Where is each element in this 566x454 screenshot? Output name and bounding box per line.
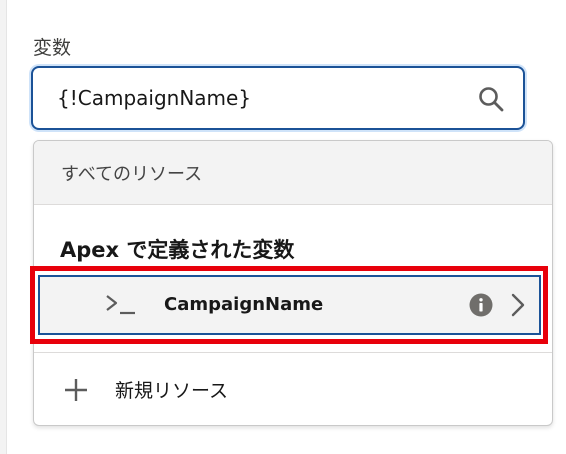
variable-combobox[interactable] [31,66,525,130]
variable-input[interactable] [57,86,457,110]
group-title-apex-variables: Apex で定義された変数 [60,238,295,262]
all-resources-header: すべてのリソース [34,141,552,205]
chevron-right-icon[interactable] [509,292,527,318]
plus-icon [63,377,89,403]
option-campaignname[interactable]: CampaignName [38,275,541,335]
field-label: 変数 [33,37,72,59]
new-resource-button[interactable]: 新規リソース [34,353,552,425]
new-resource-label: 新規リソース [115,380,229,402]
search-icon[interactable] [477,85,505,113]
variable-icon [104,292,138,321]
option-label: CampaignName [164,294,324,315]
left-panel-edge [0,0,7,454]
info-icon[interactable] [469,293,493,317]
